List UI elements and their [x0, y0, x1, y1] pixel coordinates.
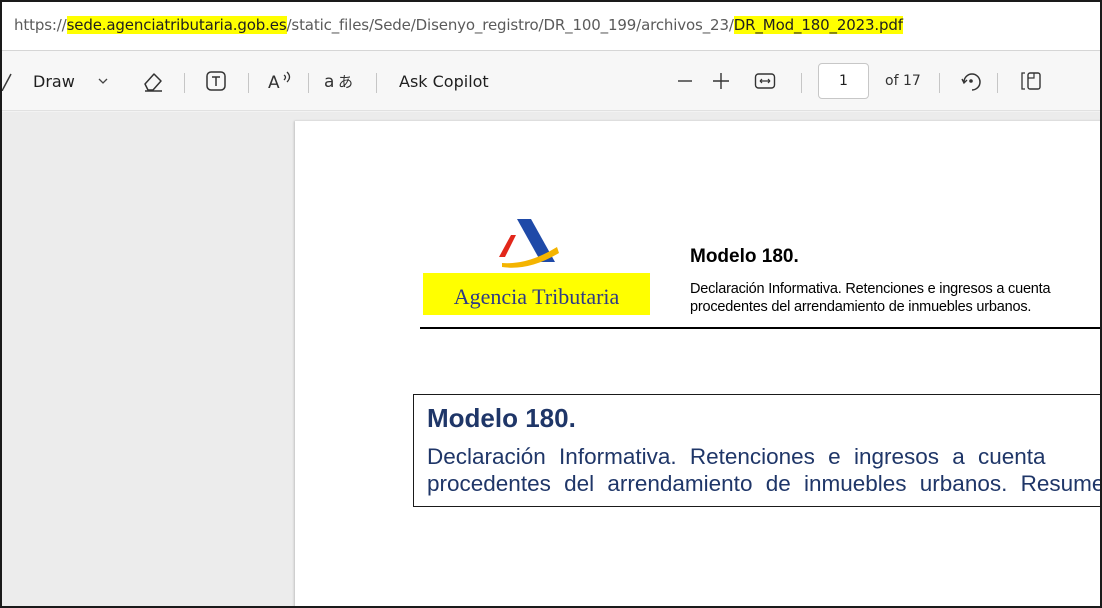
title-box: Modelo 180. Declaración Informativa. Ret…	[413, 394, 1102, 507]
toolbar-separator	[308, 73, 309, 93]
text-box-icon[interactable]	[205, 51, 227, 111]
toolbar-separator	[248, 73, 249, 93]
page-view-icon[interactable]	[1020, 51, 1044, 111]
zoom-in-icon[interactable]	[711, 51, 731, 111]
eraser-icon[interactable]	[141, 51, 165, 111]
toolbar-separator	[801, 73, 802, 93]
toolbar-separator	[184, 73, 185, 93]
ask-copilot-button[interactable]: Ask Copilot	[399, 51, 489, 111]
header-description: Declaración Informativa. Retenciones e i…	[690, 280, 1051, 316]
page-number-input[interactable]: 1	[818, 63, 869, 99]
agency-name-logo: Agencia Tributaria	[423, 273, 650, 315]
read-aloud-icon[interactable]: A	[267, 51, 297, 111]
zoom-out-icon[interactable]	[676, 51, 694, 111]
toolbar-separator	[376, 73, 377, 93]
agency-logo-icon	[495, 217, 565, 269]
url-file: DR_Mod_180_2023.pdf	[733, 16, 903, 34]
box-line: procedentes del arrendamiento de inmuebl…	[427, 471, 1102, 496]
header-divider	[420, 327, 1100, 329]
toolbar-separator	[997, 73, 998, 93]
fit-width-icon[interactable]	[754, 51, 776, 111]
header-title: Modelo 180.	[690, 246, 799, 267]
url-host: sede.agenciatributaria.gob.es	[66, 16, 287, 34]
url-text[interactable]: https://sede.agenciatributaria.gob.es/st…	[14, 16, 903, 34]
pdf-viewer[interactable]: Agencia Tributaria Modelo 180. Declaraci…	[2, 112, 1102, 606]
svg-text:A: A	[268, 73, 280, 93]
header-line: procedentes del arrendamiento de inmuebl…	[690, 299, 1032, 315]
pdf-toolbar: Draw A aあ Ask Copilot 1 of 17	[2, 51, 1100, 111]
rotate-icon[interactable]	[959, 51, 983, 111]
url-path: /static_files/Sede/Disenyo_registro/DR_1…	[286, 16, 734, 34]
box-title: Modelo 180.	[427, 403, 576, 433]
svg-text:a: a	[324, 72, 334, 92]
box-description: Declaración Informativa. Retenciones e i…	[427, 443, 1102, 497]
box-line: Declaración Informativa. Retenciones e i…	[427, 444, 1046, 469]
address-bar[interactable]: https://sede.agenciatributaria.gob.es/st…	[2, 2, 1100, 51]
browser-window: https://sede.agenciatributaria.gob.es/st…	[0, 0, 1102, 608]
pdf-page: Agencia Tributaria Modelo 180. Declaraci…	[295, 121, 1102, 606]
toolbar-separator	[939, 73, 940, 93]
page-count: of 17	[885, 73, 921, 89]
draw-button[interactable]: Draw	[33, 51, 75, 111]
url-scheme: https://	[14, 16, 67, 34]
draw-icon[interactable]	[2, 51, 16, 111]
chevron-down-icon[interactable]	[97, 51, 109, 111]
translate-icon[interactable]: aあ	[323, 51, 359, 111]
header-line: Declaración Informativa. Retenciones e i…	[690, 281, 1051, 297]
svg-text:あ: あ	[338, 73, 353, 91]
